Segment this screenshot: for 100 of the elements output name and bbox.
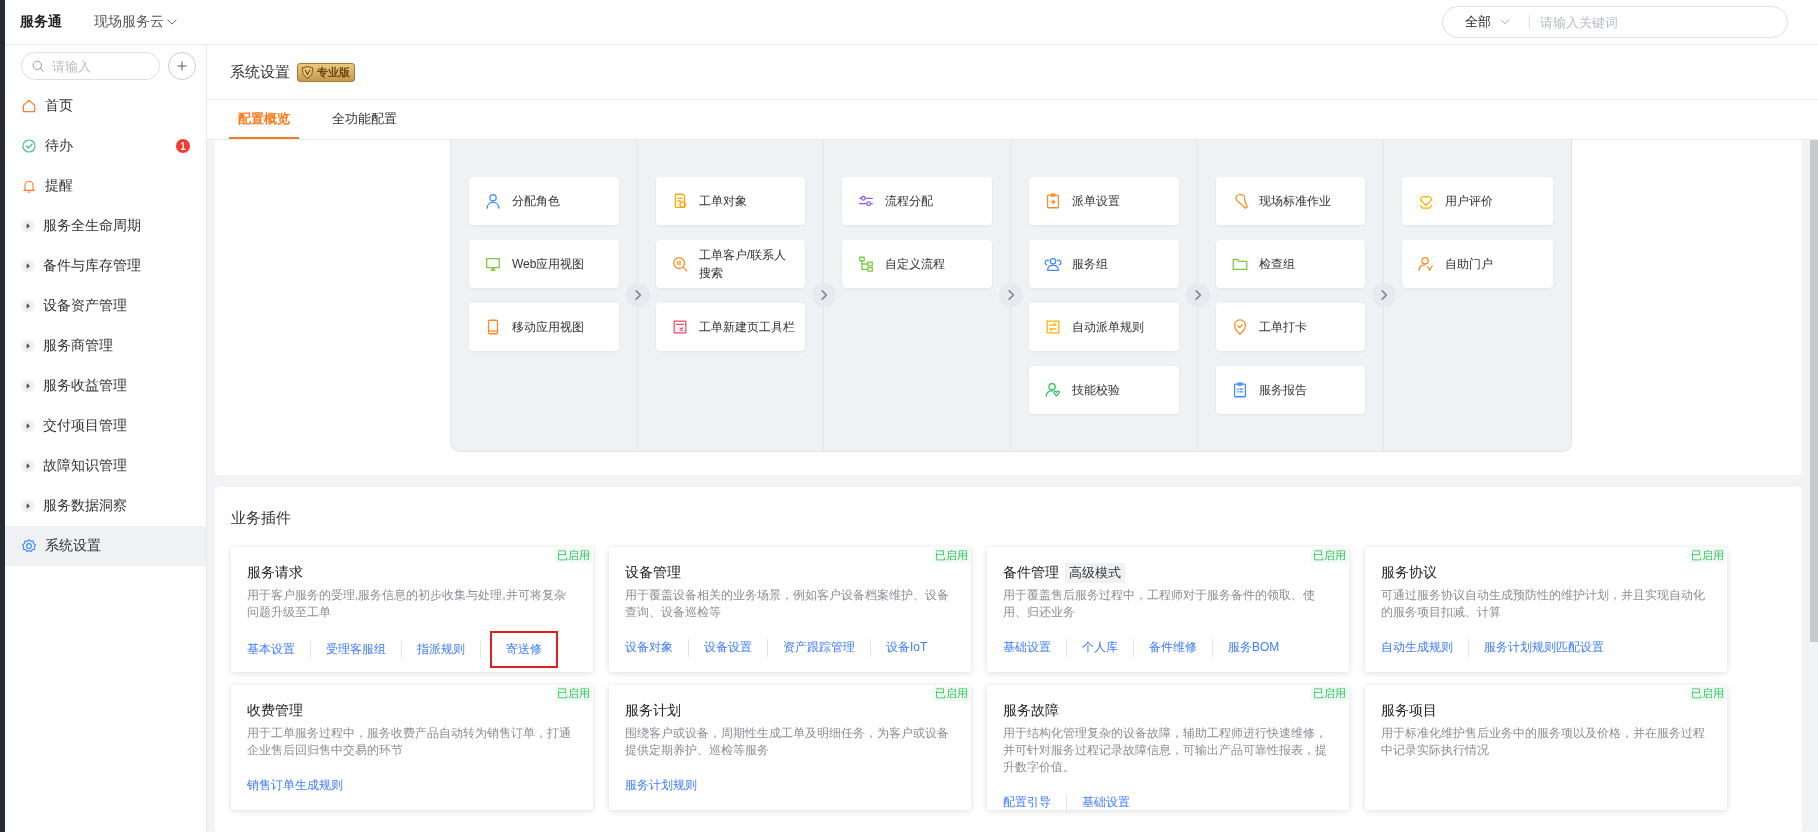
search-icon <box>31 59 45 73</box>
person-icon <box>484 192 502 210</box>
plugin-description: 围绕客户或设备，周期性生成工单及明细任务，为客户或设备提供定期养护、巡检等服务 <box>625 725 950 759</box>
sidebar-item[interactable]: 服务数据洞察 <box>2 486 206 526</box>
sidebar-item[interactable]: 服务商管理 <box>2 326 206 366</box>
page-title: 系统设置 <box>230 62 290 82</box>
plugin-description: 可通过服务协议自动生成预防性的维护计划，并且实现自动化的服务项目扣减、计算 <box>1381 587 1706 621</box>
status-tag: 已启用 <box>555 686 592 701</box>
config-card[interactable]: 流程分配 <box>842 177 992 225</box>
config-card[interactable]: 技能校验 <box>1029 366 1179 414</box>
clipboard-icon <box>1044 192 1062 210</box>
plugin-description: 用于工单服务过程中，服务收费产品自动转为销售订单，打通企业售后回归售中交易的环节 <box>247 725 572 759</box>
config-card[interactable]: 工单客户/联系人搜索 <box>655 240 806 288</box>
plugin-description: 用于覆盖设备相关的业务场景，例如客户设备档案维护、设备查询、设备巡检等 <box>625 587 950 621</box>
plugin-link[interactable]: 自动生成规则 <box>1381 633 1453 662</box>
status-tag: 已启用 <box>933 686 970 701</box>
plugin-link[interactable]: 配置引导 <box>1003 788 1051 817</box>
plugin-description: 用于客户服务的受理,服务信息的初步收集与处理,并可将复杂问题升级至工单 <box>247 587 567 621</box>
plugin-link[interactable]: 基本设置 <box>247 635 295 664</box>
scrollbar[interactable] <box>1810 140 1818 642</box>
person-icon <box>1417 255 1436 273</box>
count-badge: 1 <box>176 139 190 153</box>
person-heart-icon <box>1044 381 1062 399</box>
plugin-link[interactable]: 资产跟踪管理 <box>783 633 855 662</box>
check-circle-icon <box>21 138 37 154</box>
status-tag: 已启用 <box>1311 548 1348 563</box>
plugin-title: 服务协议 <box>1381 564 1437 582</box>
plugin-link[interactable]: 寄送修 <box>492 633 556 666</box>
workspace-dropdown[interactable]: 现场服务云 <box>94 13 179 31</box>
plugin-link[interactable]: 服务计划规则 <box>625 771 697 800</box>
config-card[interactable]: 自助门户 <box>1402 240 1553 288</box>
plugin-title: 服务请求 <box>247 564 303 582</box>
edition-badge: 专业版 <box>297 62 355 82</box>
status-tag: 已启用 <box>1689 686 1726 701</box>
swap-icon <box>1044 318 1062 336</box>
search-icon <box>670 255 689 273</box>
monitor-icon <box>484 255 502 273</box>
plugin-title: 服务项目 <box>1381 702 1437 720</box>
status-tag: 已启用 <box>1311 686 1348 701</box>
config-card[interactable]: 检查组 <box>1215 240 1366 288</box>
plugin-title: 收费管理 <box>247 702 303 720</box>
config-card[interactable]: 自动派单规则 <box>1029 303 1179 351</box>
config-card[interactable]: 现场标准作业 <box>1215 177 1366 225</box>
plugin-title: 服务故障 <box>1003 702 1059 720</box>
plugin-link[interactable]: 指派规则 <box>417 635 465 664</box>
plugin-link[interactable]: 服务BOM <box>1228 633 1280 662</box>
plugin-link[interactable]: 设备IoT <box>886 633 928 662</box>
plugin-link[interactable]: 服务计划规则匹配设置 <box>1484 633 1604 662</box>
plugin-description: 用于结构化管理复杂的设备故障，辅助工程师进行快速维修，并可针对服务过程记录故障信息，可输出产品可靠性报表，提升数字价值。 <box>1003 725 1328 776</box>
plugin-link[interactable]: 备件维修 <box>1149 633 1197 662</box>
config-card[interactable]: 工单新建页工具栏 <box>655 303 806 351</box>
sidebar-item[interactable]: 设备资产管理 <box>2 286 206 326</box>
config-card[interactable]: 服务组 <box>1029 240 1179 288</box>
sidebar-item[interactable]: 待办 1 <box>2 126 206 166</box>
plugin-title: 服务计划 <box>625 702 681 720</box>
status-tag: 已启用 <box>933 548 970 563</box>
plugin-title: 设备管理 <box>625 564 681 582</box>
config-card[interactable]: 用户评价 <box>1402 177 1553 225</box>
app-name: 服务通 <box>20 13 62 31</box>
sidebar-item[interactable]: 服务全生命周期 <box>2 206 206 246</box>
tab[interactable]: 全功能配置 <box>323 100 406 139</box>
section-title: 业务插件 <box>231 509 292 528</box>
group-icon <box>1044 255 1062 273</box>
plugin-link[interactable]: 基础设置 <box>1003 633 1051 662</box>
config-card[interactable]: 移动应用视图 <box>469 303 619 351</box>
status-tag: 已启用 <box>1689 548 1726 563</box>
plugin-link[interactable]: 受理客服组 <box>326 635 386 664</box>
plugin-link[interactable]: 设备设置 <box>704 633 752 662</box>
gear-icon <box>21 538 37 554</box>
plus-icon <box>175 59 189 73</box>
config-card[interactable]: 分配角色 <box>469 177 619 225</box>
config-card[interactable]: 派单设置 <box>1029 177 1179 225</box>
config-card[interactable]: 自定义流程 <box>842 240 992 288</box>
config-card[interactable]: Web应用视图 <box>469 240 619 288</box>
sidebar-item[interactable]: 首页 <box>2 86 206 126</box>
plugin-link[interactable]: 设备对象 <box>625 633 673 662</box>
add-button[interactable] <box>168 52 196 80</box>
v-shield-icon <box>300 64 315 80</box>
status-tag: 已启用 <box>555 548 592 563</box>
mode-tag: 高级模式 <box>1065 563 1125 583</box>
sidebar-item[interactable]: 故障知识管理 <box>2 446 206 486</box>
config-card[interactable]: 工单对象 <box>655 177 806 225</box>
plugin-description: 用于标准化维护售后业务中的服务项以及价格，并在服务过程中记录实际执行情况 <box>1381 725 1706 759</box>
home-icon <box>21 98 37 114</box>
sidebar-item[interactable]: 交付项目管理 <box>2 406 206 446</box>
sidebar-item[interactable]: 备件与库存管理 <box>2 246 206 286</box>
plugin-link[interactable]: 个人库 <box>1082 633 1118 662</box>
plugin-link[interactable]: 基础设置 <box>1082 788 1130 817</box>
sidebar-item[interactable]: 提醒 <box>2 166 206 206</box>
scope-dropdown[interactable]: 全部 <box>1465 13 1511 31</box>
config-card[interactable]: 工单打卡 <box>1215 303 1366 351</box>
plugin-link[interactable]: 销售订单生成规则 <box>247 771 343 800</box>
flowchart-icon <box>857 255 876 273</box>
plugin-description: 用于覆盖售后服务过程中，工程师对于服务备件的领取、使用、归还业务 <box>1003 587 1316 621</box>
plugin-title: 备件管理 <box>1003 564 1059 582</box>
config-card[interactable]: 服务报告 <box>1215 366 1366 414</box>
bell-icon <box>21 178 37 194</box>
sidebar-item[interactable]: 系统设置 <box>2 526 206 566</box>
sidebar-item[interactable]: 服务收益管理 <box>2 366 206 406</box>
search-field[interactable]: 请输入 <box>21 52 160 80</box>
